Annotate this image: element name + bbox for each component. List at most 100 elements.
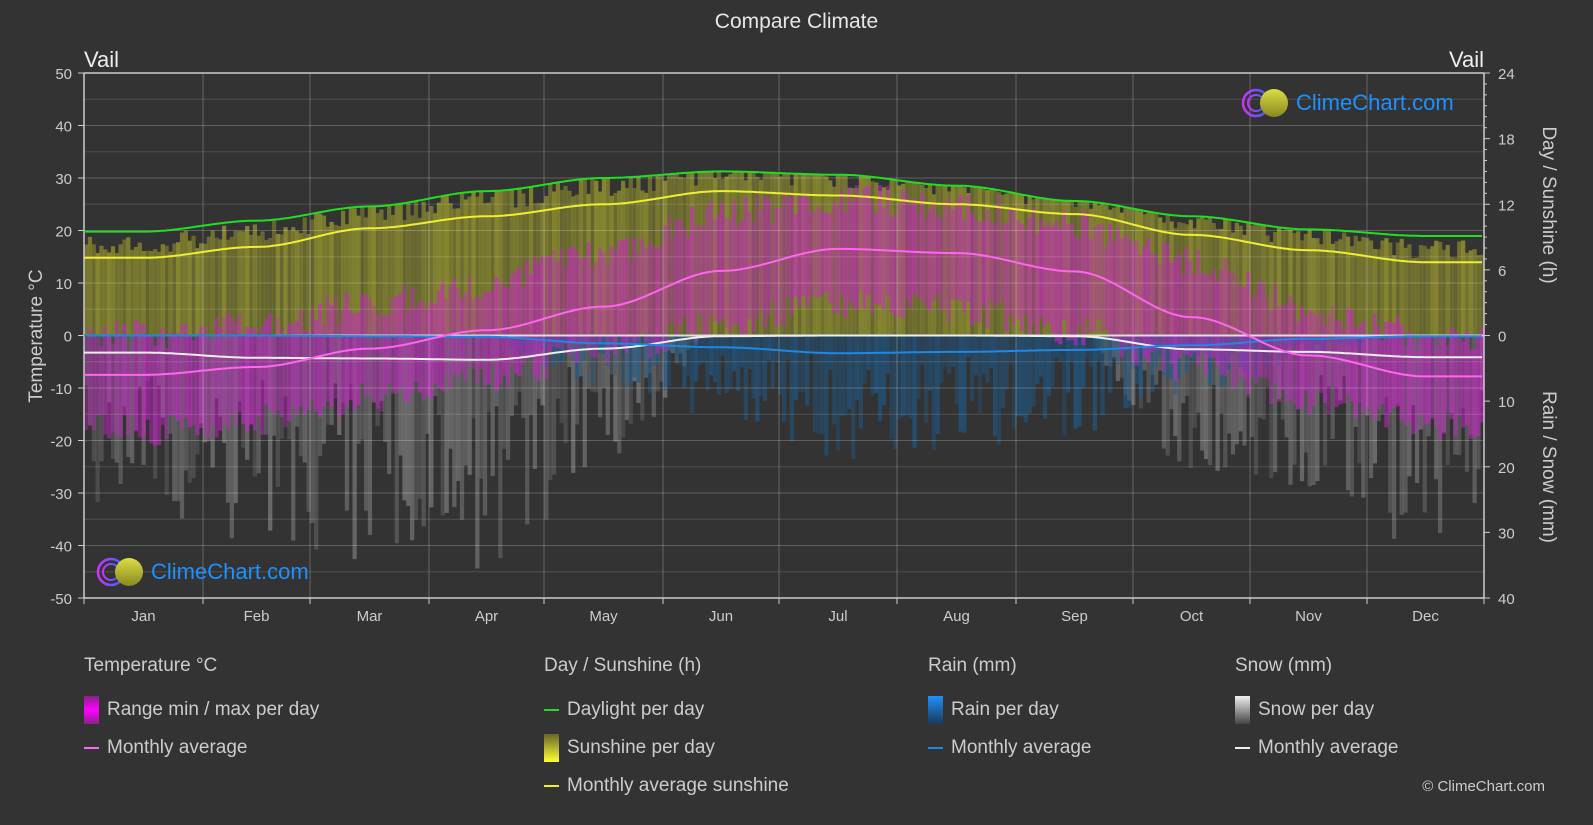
temp-range-day-bar — [977, 222, 982, 323]
sunshine-day-bar — [252, 224, 258, 336]
temp-range-day-bar — [1088, 239, 1094, 333]
temp-range-day-bar — [667, 215, 672, 325]
temp-range-day-bar — [1180, 274, 1186, 353]
rain-day-bar — [947, 335, 952, 374]
temp-range-day-bar — [1035, 234, 1040, 335]
temp-range-day-bar — [1353, 328, 1358, 418]
sunshine-day-bar — [202, 243, 208, 336]
temp-range-day-bar — [1368, 333, 1374, 414]
temp-range-day-bar — [851, 202, 856, 307]
temp-range-day-bar — [1468, 349, 1473, 439]
legend-label: Range min / max per day — [107, 699, 320, 720]
temp-range-day-bar — [835, 204, 841, 314]
temp-range-day-bar — [413, 308, 419, 382]
legend-label: Rain per day — [951, 699, 1059, 720]
temp-range-day-bar — [943, 204, 948, 311]
sunshine-day-bar — [122, 239, 127, 336]
rain-day-bar — [667, 335, 672, 387]
temp-range-day-bar — [126, 350, 131, 436]
rain-day-bar — [985, 335, 990, 383]
temp-range-day-bar — [1016, 220, 1021, 320]
temp-range-day-bar — [160, 327, 165, 425]
temp-range-day-bar — [1380, 340, 1385, 404]
snow-avg-swatch — [1235, 747, 1250, 749]
rain-day-bar — [973, 335, 979, 376]
rain-day-bar — [716, 335, 722, 395]
temp-range-day-bar — [490, 289, 495, 362]
sunshine-day-bar — [1368, 240, 1374, 336]
rain-day-bar — [1085, 335, 1090, 360]
temp-range-day-bar — [866, 186, 871, 296]
temp-range-day-bar — [1000, 225, 1005, 301]
sunshine-day-bar — [153, 249, 158, 336]
legend-heading: Snow (mm) — [1235, 655, 1333, 676]
temp-range-day-bar — [187, 335, 192, 428]
rain-day-bar — [900, 335, 906, 417]
rain-day-bar — [970, 335, 975, 402]
rain-day-bar — [759, 335, 764, 397]
temp-range-day-bar — [1273, 284, 1278, 384]
temp-range-day-bar — [739, 220, 745, 335]
temp-range-day-bar — [674, 220, 679, 335]
temp-range-day-bar — [1303, 315, 1308, 392]
temp-range-day-bar — [1058, 229, 1063, 345]
temp-range-day-bar — [828, 213, 833, 304]
temp-range-day-bar — [410, 288, 415, 394]
city-label-right: Vail — [1448, 47, 1484, 72]
left-axis-tick-label: 40 — [55, 119, 72, 136]
temp-range-day-bar — [225, 312, 231, 429]
temp-range-day-bar — [939, 217, 944, 311]
rain-day-bar — [805, 335, 810, 406]
rain-day-bar — [847, 335, 852, 409]
right-axis-title-rain-snow: Rain / Snow (mm) — [1538, 390, 1559, 544]
rain-day-bar — [693, 335, 699, 382]
temp-range-day-bar — [1223, 258, 1228, 377]
rain-day-bar — [924, 335, 929, 423]
daylight-swatch — [544, 709, 559, 711]
logo-top-right[interactable]: ClimeChart.com — [1240, 87, 1454, 119]
legend-heading: Day / Sunshine (h) — [544, 655, 702, 676]
x-axis-month-label: Dec — [1412, 608, 1439, 625]
rain-day-bar — [636, 335, 641, 383]
left-axis-tick-label: 10 — [55, 276, 72, 293]
temp-range-day-bar — [532, 256, 538, 377]
right-axis-hours-label: 6 — [1498, 263, 1506, 280]
temp-range-day-bar — [724, 218, 729, 328]
temp-range-day-bar — [406, 311, 411, 403]
temp-range-day-bar — [348, 311, 353, 400]
rain-day-bar — [920, 335, 925, 365]
temp-range-day-bar — [655, 248, 660, 354]
copyright[interactable]: © ClimeChart.com — [1422, 778, 1545, 795]
rain-day-bar — [1000, 335, 1005, 409]
temp-range-day-bar — [1085, 213, 1090, 319]
temp-range-day-bar — [141, 323, 146, 439]
temp-range-day-bar — [651, 245, 656, 344]
temp-range-day-bar — [736, 226, 741, 326]
x-axis-month-label: Nov — [1295, 608, 1322, 625]
temp-range-day-bar — [421, 301, 426, 401]
rain-day-bar — [1035, 335, 1040, 385]
temp-range-day-bar — [617, 241, 622, 336]
temp-range-day-bar — [551, 250, 557, 347]
sunshine-day-bar — [1449, 257, 1454, 336]
legend-item-temp-avg: Monthly average — [84, 729, 319, 767]
temp-range-day-bar — [486, 292, 491, 385]
temp-range-day-bar — [785, 196, 791, 298]
x-axis-month-label: Mar — [357, 608, 383, 625]
temp-range-day-bar — [985, 210, 990, 329]
temp-range-day-bar — [1096, 224, 1101, 320]
temp-range-day-bar — [340, 307, 346, 415]
rain-day-bar — [713, 335, 718, 382]
temp-range-day-bar — [816, 206, 821, 298]
temp-range-day-bar — [1399, 325, 1404, 421]
temp-range-day-bar — [1407, 331, 1412, 423]
temp-range-day-bar — [571, 245, 576, 343]
temp-range-day-bar — [947, 197, 952, 323]
logo-icon — [1241, 88, 1288, 118]
logo-bottom-left[interactable]: ClimeChart.com — [95, 556, 309, 588]
rain-day-bar — [697, 335, 702, 365]
legend-label: Sunshine per day — [567, 737, 715, 758]
sunshine-day-bar — [172, 243, 177, 336]
rain-day-bar — [1023, 335, 1028, 423]
sunshine-day-bar — [1430, 246, 1435, 336]
